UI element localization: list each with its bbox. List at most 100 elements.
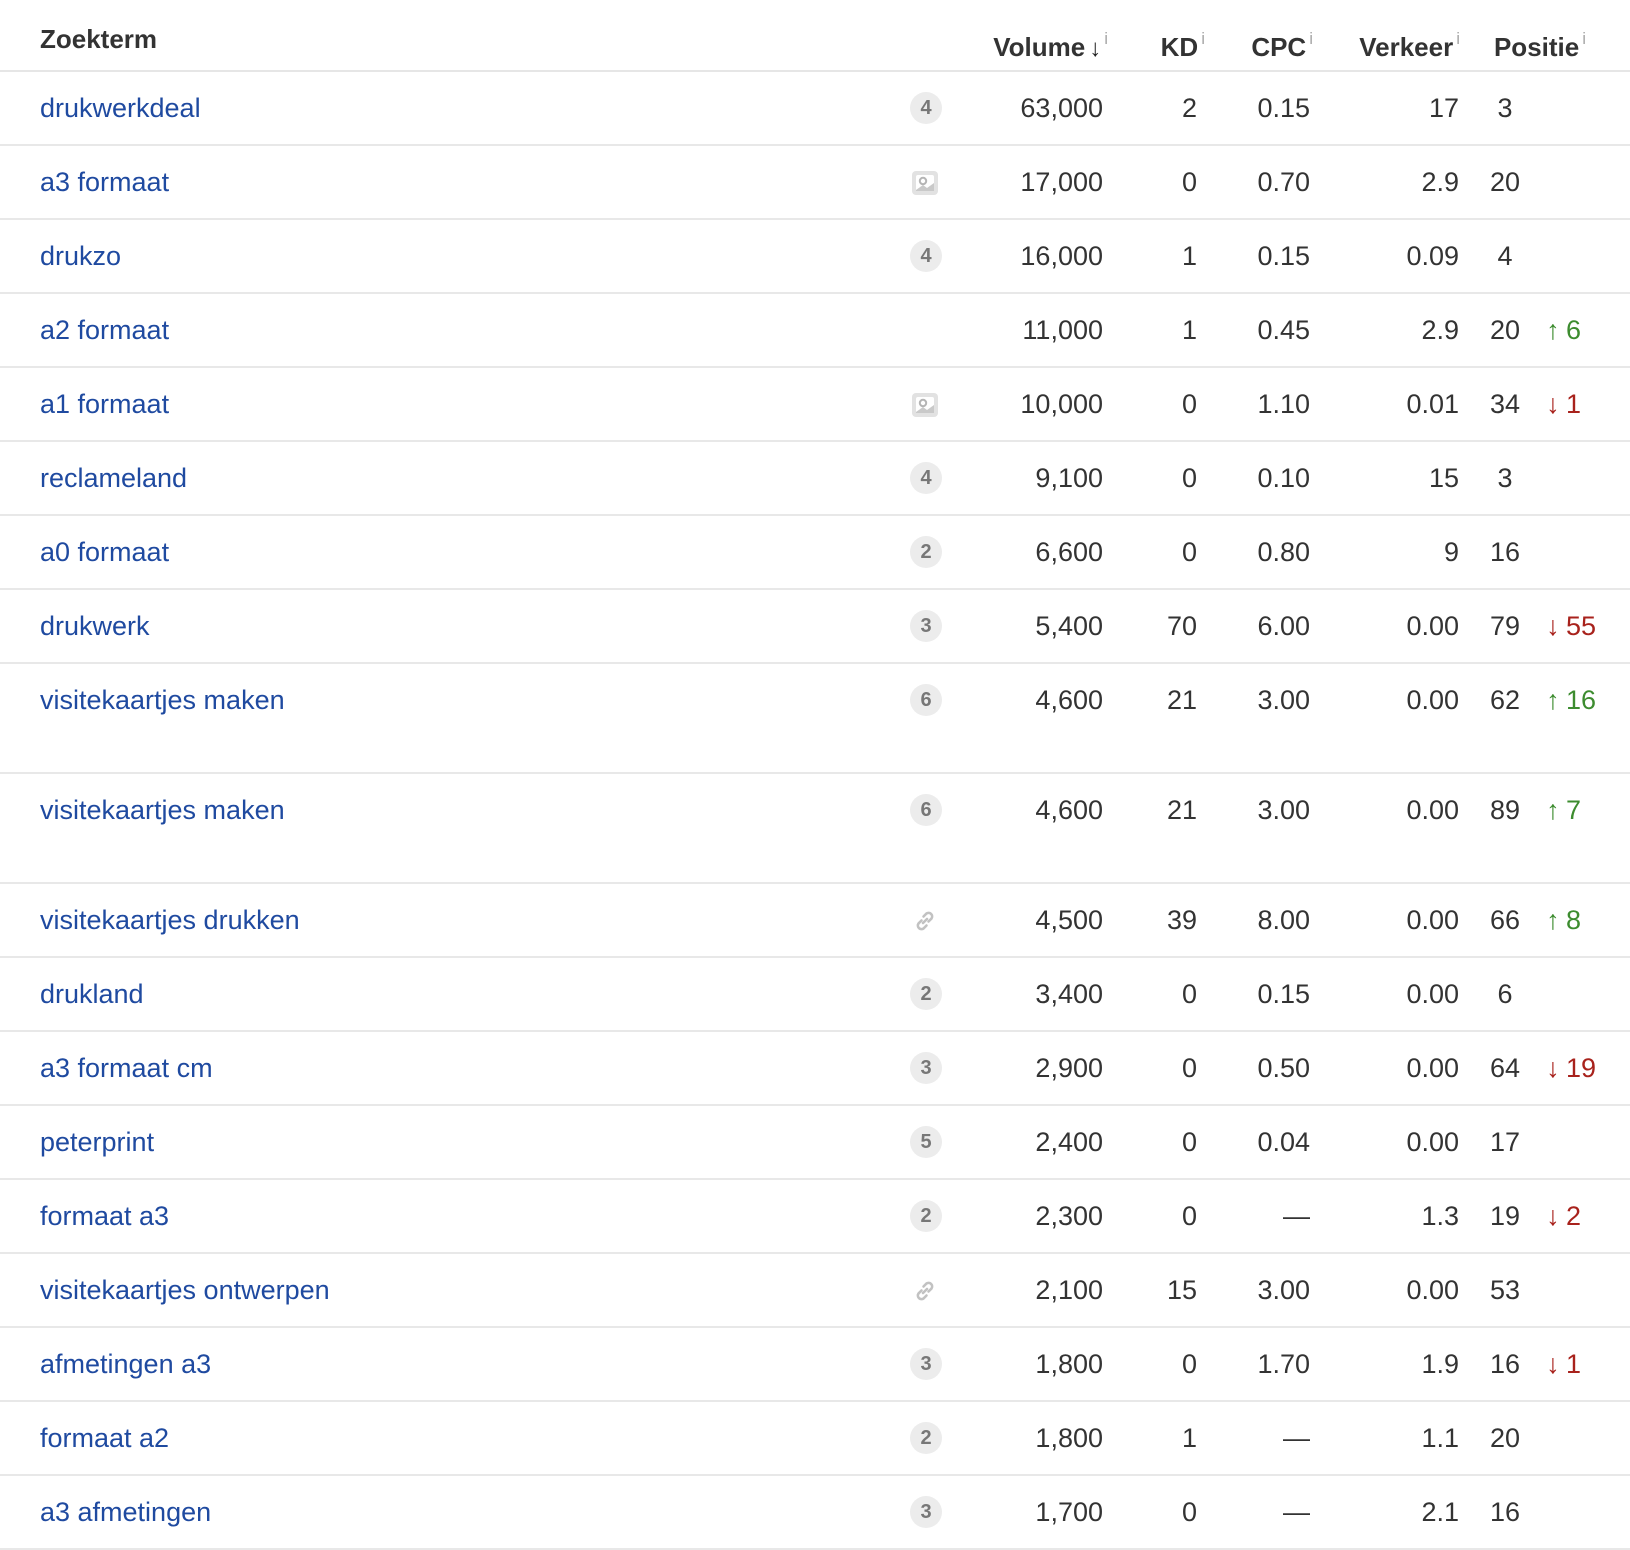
keyword-link[interactable]: drukwerk	[40, 590, 150, 662]
info-icon[interactable]: i	[1456, 29, 1460, 48]
table-row: afmetingen a3 3 1,800 0 1.70 1.9 16 ↓ 1	[0, 1328, 1630, 1402]
image-icon[interactable]	[910, 390, 940, 420]
volume-value: 2,300	[1035, 1201, 1103, 1231]
volume-value: 2,900	[1035, 1053, 1103, 1083]
position-value: 3	[1497, 463, 1513, 493]
cpc-value: 1.70	[1257, 1349, 1310, 1379]
keyword-link[interactable]: formaat a3	[40, 1180, 169, 1252]
position-value: 79	[1489, 611, 1521, 641]
traffic-value: 0.00	[1406, 1127, 1459, 1157]
kd-value: 0	[1181, 463, 1197, 493]
volume-value: 11,000	[1022, 315, 1103, 345]
serp-feature-count-badge[interactable]: 4	[910, 462, 942, 494]
kd-value: 1	[1181, 315, 1197, 345]
serp-feature-count-badge[interactable]: 6	[910, 684, 942, 716]
serp-feature-count-badge[interactable]: 4	[910, 92, 942, 124]
column-header-cpc[interactable]: CPC i	[1251, 0, 1313, 70]
info-icon[interactable]: i	[1309, 29, 1313, 48]
serp-feature-count-badge[interactable]: 3	[910, 1496, 942, 1528]
kd-value: 15	[1166, 1275, 1197, 1305]
serp-feature-cell: 5	[910, 1106, 942, 1178]
keyword-link[interactable]: a3 formaat cm	[40, 1032, 213, 1104]
volume-value: 1,800	[1035, 1349, 1103, 1379]
serp-feature-count-badge[interactable]: 2	[910, 1422, 942, 1454]
position-value: 16	[1489, 537, 1521, 567]
position-value: 34	[1489, 389, 1521, 419]
kd-value: 0	[1181, 1127, 1197, 1157]
serp-feature-count-badge[interactable]: 5	[910, 1126, 942, 1158]
keyword-link[interactable]: a3 afmetingen	[40, 1476, 211, 1548]
column-header-position[interactable]: Positie i	[1494, 0, 1586, 70]
serp-feature-count-badge[interactable]: 2	[910, 536, 942, 568]
keyword-link[interactable]: a1 formaat	[40, 368, 169, 440]
kd-value: 21	[1166, 685, 1197, 715]
info-icon[interactable]: i	[1582, 29, 1586, 48]
kd-value: 0	[1181, 979, 1197, 1009]
keyword-link[interactable]: a0 formaat	[40, 516, 169, 588]
serp-feature-cell: 3	[910, 1476, 942, 1548]
position-value: 66	[1489, 905, 1521, 935]
traffic-value: 0.00	[1406, 905, 1459, 935]
position-change-value: 8	[1566, 905, 1582, 935]
keyword-link[interactable]: drukzo	[40, 220, 121, 292]
cpc-value: 0.10	[1257, 463, 1310, 493]
column-header-volume[interactable]: Volume ↓ i	[993, 0, 1108, 70]
column-header-keyword[interactable]: Zoekterm	[40, 0, 157, 70]
arrow-down-icon: ↓	[1546, 1053, 1560, 1083]
kd-value: 21	[1166, 795, 1197, 825]
info-icon[interactable]: i	[1104, 29, 1108, 48]
keyword-link[interactable]: formaat a2	[40, 1402, 169, 1474]
keyword-link[interactable]: visitekaartjes maken	[40, 774, 285, 846]
serp-feature-count-badge[interactable]: 2	[910, 978, 942, 1010]
serp-feature-count-badge[interactable]: 4	[910, 240, 942, 272]
volume-value: 63,000	[1020, 93, 1103, 123]
column-header-kd[interactable]: KD i	[1161, 0, 1205, 70]
volume-value: 1,800	[1035, 1423, 1103, 1453]
kd-value: 2	[1181, 93, 1197, 123]
traffic-value: 0.00	[1406, 1053, 1459, 1083]
position-value: 89	[1489, 795, 1521, 825]
keyword-link[interactable]: drukwerkdeal	[40, 72, 201, 144]
arrow-down-icon: ↓	[1546, 1201, 1560, 1231]
serp-feature-count-badge[interactable]: 3	[910, 1348, 942, 1380]
traffic-value: 0.09	[1406, 241, 1459, 271]
keyword-link[interactable]: visitekaartjes drukken	[40, 884, 300, 956]
cpc-value: 0.45	[1257, 315, 1310, 345]
image-icon[interactable]	[910, 168, 940, 198]
position-change-value: 55	[1566, 611, 1597, 641]
serp-feature-count-badge[interactable]: 3	[910, 610, 942, 642]
keyword-link[interactable]: visitekaartjes ontwerpen	[40, 1254, 330, 1326]
cpc-value: 0.15	[1257, 979, 1310, 1009]
table-row: a3 afmetingen 3 1,700 0 — 2.1 16	[0, 1476, 1630, 1550]
column-header-traffic[interactable]: Verkeer i	[1359, 0, 1460, 70]
keyword-link[interactable]: afmetingen a3	[40, 1328, 211, 1400]
kd-value: 0	[1181, 1201, 1197, 1231]
position-change: ↓ 55	[1544, 590, 1596, 662]
cpc-value: 0.80	[1257, 537, 1310, 567]
keyword-link[interactable]: a2 formaat	[40, 294, 169, 366]
info-icon[interactable]: i	[1201, 29, 1205, 48]
serp-feature-cell	[910, 1254, 942, 1326]
serp-feature-count-badge[interactable]: 6	[910, 794, 942, 826]
arrow-down-icon: ↓	[1546, 1349, 1560, 1379]
serp-feature-cell: 2	[910, 1180, 942, 1252]
serp-feature-cell	[910, 294, 942, 366]
keyword-link[interactable]: drukland	[40, 958, 144, 1030]
position-value: 62	[1489, 685, 1521, 715]
link-icon[interactable]	[910, 906, 940, 936]
table-row: a0 formaat 2 6,600 0 0.80 9 16	[0, 516, 1630, 590]
keyword-link[interactable]: peterprint	[40, 1106, 154, 1178]
position-value: 19	[1489, 1201, 1521, 1231]
volume-value: 2,400	[1035, 1127, 1103, 1157]
link-icon[interactable]	[910, 1276, 940, 1306]
keyword-link[interactable]: visitekaartjes maken	[40, 664, 285, 736]
position-value: 16	[1489, 1497, 1521, 1527]
position-value: 64	[1489, 1053, 1521, 1083]
keyword-link[interactable]: reclameland	[40, 442, 187, 514]
position-change-value: 7	[1566, 795, 1582, 825]
serp-feature-count-badge[interactable]: 3	[910, 1052, 942, 1084]
position-value: 16	[1489, 1349, 1521, 1379]
keyword-link[interactable]: a3 formaat	[40, 146, 169, 218]
serp-feature-count-badge[interactable]: 2	[910, 1200, 942, 1232]
serp-feature-cell: 2	[910, 516, 942, 588]
